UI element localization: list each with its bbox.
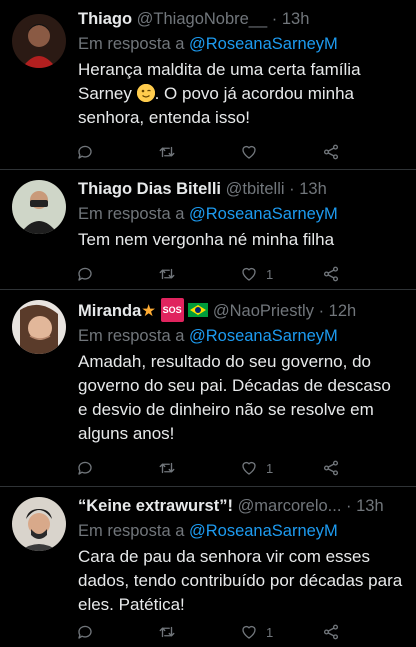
reply-icon xyxy=(78,461,92,475)
share-button[interactable] xyxy=(322,265,404,283)
reply-button[interactable] xyxy=(76,143,158,161)
reply-mention-link[interactable]: @RoseanaSarneyM xyxy=(189,327,338,345)
timestamp[interactable]: 12h xyxy=(329,302,357,320)
share-button[interactable] xyxy=(322,623,404,641)
tweet-header: Thiago @ThiagoNobre__ · 13h xyxy=(78,8,404,30)
share-button[interactable] xyxy=(322,143,404,161)
tweet-header: “Keine extrawurst”! @marcorelo... · 13h xyxy=(78,495,404,517)
tweet-actions: 1 xyxy=(76,446,404,490)
heart-icon xyxy=(242,267,256,281)
heart-icon xyxy=(242,461,256,475)
reply-mention-link[interactable]: @RoseanaSarneyM xyxy=(189,35,338,53)
user-handle[interactable]: @marcorelo... xyxy=(238,497,342,515)
heart-icon xyxy=(242,625,256,639)
tweet-text: Herança maldita de uma certa família Sar… xyxy=(78,58,404,130)
reply-icon xyxy=(78,145,92,159)
tweet[interactable]: Thiago @ThiagoNobre__ · 13h Em resposta … xyxy=(0,0,416,170)
retweet-button[interactable] xyxy=(158,459,240,477)
display-name[interactable]: Miranda xyxy=(78,302,141,320)
like-button[interactable] xyxy=(240,143,322,161)
retweet-icon xyxy=(159,268,175,280)
display-name[interactable]: “Keine extrawurst”! xyxy=(78,497,233,515)
reply-icon xyxy=(78,625,92,639)
timestamp[interactable]: 13h xyxy=(299,180,327,198)
tweet-header: Thiago Dias Bitelli @tbitelli · 13h xyxy=(78,178,404,200)
retweet-button[interactable] xyxy=(158,265,240,283)
like-button[interactable]: 1 xyxy=(240,623,322,641)
reply-button[interactable] xyxy=(76,459,158,477)
reply-prefix: Em resposta a xyxy=(78,35,185,53)
reply-icon xyxy=(78,267,92,281)
retweet-button[interactable] xyxy=(158,623,240,641)
brazil-flag-icon xyxy=(188,303,209,317)
display-name[interactable]: Thiago Dias Bitelli xyxy=(78,180,221,198)
retweet-icon xyxy=(159,626,175,638)
display-name[interactable]: Thiago xyxy=(78,10,132,28)
tweet[interactable]: Thiago Dias Bitelli @tbitelli · 13h Em r… xyxy=(0,170,416,290)
like-button[interactable]: 1 xyxy=(240,265,322,283)
avatar[interactable] xyxy=(12,300,66,354)
reply-context: Em resposta a @RoseanaSarneyM xyxy=(78,519,404,543)
reply-prefix: Em resposta a xyxy=(78,327,185,345)
share-icon xyxy=(323,460,339,476)
heart-icon xyxy=(242,145,256,159)
share-button[interactable] xyxy=(322,459,404,477)
reply-button[interactable] xyxy=(76,623,158,641)
separator-dot: · xyxy=(346,497,352,515)
reply-context: Em resposta a @RoseanaSarneyM xyxy=(78,32,404,56)
reply-mention-link[interactable]: @RoseanaSarneyM xyxy=(189,522,338,540)
retweet-icon xyxy=(159,462,175,474)
user-handle[interactable]: @NaoPriestly xyxy=(213,302,314,320)
sos-badge: SOS xyxy=(160,298,184,322)
share-icon xyxy=(323,266,339,282)
tweet-text: Cara de pau da senhora vir com esses dad… xyxy=(78,547,403,614)
timestamp[interactable]: 13h xyxy=(356,497,384,515)
share-icon xyxy=(323,624,339,640)
like-count: 1 xyxy=(266,266,274,282)
tweet-actions xyxy=(76,130,404,174)
like-count: 1 xyxy=(266,460,274,476)
like-count: 1 xyxy=(266,624,274,640)
tweet-header: Miranda★ SOS @NaoPriestly · 12h xyxy=(78,298,404,322)
reply-prefix: Em resposta a xyxy=(78,205,185,223)
reply-context: Em resposta a @RoseanaSarneyM xyxy=(78,324,404,348)
reply-mention-link[interactable]: @RoseanaSarneyM xyxy=(189,205,338,223)
separator-dot: · xyxy=(271,10,278,28)
tweet-text: Tem nem vergonha né minha filha xyxy=(78,230,335,249)
star-icon: ★ xyxy=(141,302,157,320)
share-icon xyxy=(323,144,339,160)
reply-context: Em resposta a @RoseanaSarneyM xyxy=(78,202,404,226)
tweet[interactable]: “Keine extrawurst”! @marcorelo... · 13h … xyxy=(0,487,416,640)
reply-prefix: Em resposta a xyxy=(78,522,185,540)
winking-face-icon xyxy=(136,84,155,102)
tweet-actions: 1 xyxy=(76,617,404,647)
tweet-text: Amadah, resultado do seu governo, do gov… xyxy=(78,352,391,443)
avatar[interactable] xyxy=(12,14,66,68)
user-handle[interactable]: @tbitelli xyxy=(226,180,285,198)
separator-dot: · xyxy=(318,302,325,320)
like-button[interactable]: 1 xyxy=(240,459,322,477)
user-handle[interactable]: @ThiagoNobre__ xyxy=(137,10,268,28)
avatar[interactable] xyxy=(12,497,66,551)
separator-dot: · xyxy=(289,180,295,198)
reply-button[interactable] xyxy=(76,265,158,283)
tweet[interactable]: Miranda★ SOS @NaoPriestly · 12h Em respo… xyxy=(0,290,416,487)
timestamp[interactable]: 13h xyxy=(282,10,310,28)
retweet-icon xyxy=(159,146,175,158)
avatar[interactable] xyxy=(12,180,66,234)
retweet-button[interactable] xyxy=(158,143,240,161)
